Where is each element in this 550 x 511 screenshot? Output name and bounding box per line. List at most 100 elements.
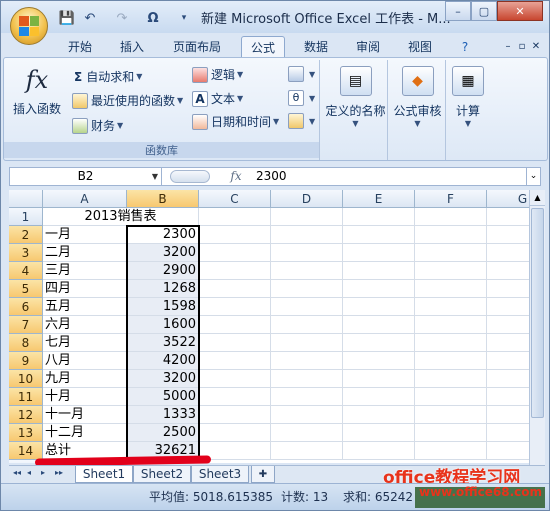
empty-cell[interactable]	[415, 442, 487, 460]
recent-functions-button[interactable]: 最近使用的函数 ▼	[72, 92, 183, 109]
cell-b10[interactable]: 3200	[127, 370, 199, 388]
column-header-f[interactable]: F	[415, 190, 487, 208]
ribbon-restore-icon[interactable]: ▫	[515, 36, 529, 57]
empty-cell[interactable]	[199, 388, 271, 406]
empty-cell[interactable]	[487, 406, 529, 424]
empty-cell[interactable]	[415, 208, 487, 226]
more-functions-button[interactable]: ▼	[288, 113, 315, 129]
cell-a9[interactable]: 八月	[43, 352, 127, 370]
row-header[interactable]: 7	[9, 316, 43, 334]
calculation-group[interactable]: ▦ 计算 ▼	[448, 60, 488, 160]
row-header[interactable]: 2	[9, 226, 43, 244]
vertical-scroll-thumb[interactable]	[531, 208, 544, 418]
empty-cell[interactable]	[343, 280, 415, 298]
sheet-nav-first-icon[interactable]: ◂◂	[13, 468, 21, 477]
text-button[interactable]: A 文本 ▼	[192, 90, 243, 107]
cell-a10[interactable]: 九月	[43, 370, 127, 388]
column-header-c[interactable]: C	[199, 190, 271, 208]
empty-cell[interactable]	[487, 316, 529, 334]
row-header[interactable]: 6	[9, 298, 43, 316]
formula-bar-resize-handle[interactable]	[170, 170, 210, 183]
customize-qat-icon[interactable]: ▾	[178, 9, 190, 27]
restore-button[interactable]: ▢	[471, 1, 497, 21]
empty-cell[interactable]	[343, 262, 415, 280]
empty-cell[interactable]	[271, 334, 343, 352]
row-header[interactable]: 5	[9, 280, 43, 298]
empty-cell[interactable]	[487, 244, 529, 262]
defined-names-group[interactable]: ▤ 定义的名称 ▼	[324, 60, 388, 160]
symbol-icon[interactable]: Ω	[144, 9, 162, 27]
empty-cell[interactable]	[199, 406, 271, 424]
redo-icon[interactable]: ↷	[113, 9, 131, 27]
worksheet-grid[interactable]: A B C D E F G 1 2013销售表 2 一月 2300 3 二月 3200 4 三月 2900 5 四月 1…	[9, 190, 529, 463]
cell-a3[interactable]: 二月	[43, 244, 127, 262]
empty-cell[interactable]	[343, 298, 415, 316]
empty-cell[interactable]	[271, 298, 343, 316]
empty-cell[interactable]	[487, 424, 529, 442]
empty-cell[interactable]	[343, 442, 415, 460]
sheet-nav-prev-icon[interactable]: ◂	[27, 468, 31, 477]
insert-sheet-icon[interactable]: ✚	[251, 466, 275, 483]
empty-cell[interactable]	[271, 244, 343, 262]
empty-cell[interactable]	[487, 208, 529, 226]
cell-b7[interactable]: 1600	[127, 316, 199, 334]
cell-a6[interactable]: 五月	[43, 298, 127, 316]
datetime-button[interactable]: 日期和时间 ▼	[192, 113, 279, 130]
insert-function-fx-icon[interactable]: fx	[225, 168, 247, 185]
empty-cell[interactable]	[199, 244, 271, 262]
empty-cell[interactable]	[199, 316, 271, 334]
cell-b13[interactable]: 2500	[127, 424, 199, 442]
row-header[interactable]: 13	[9, 424, 43, 442]
empty-cell[interactable]	[487, 298, 529, 316]
close-button[interactable]: ✕	[497, 1, 543, 21]
cell-b3[interactable]: 3200	[127, 244, 199, 262]
undo-icon[interactable]: ↶	[81, 9, 99, 27]
column-header-d[interactable]: D	[271, 190, 343, 208]
row-header[interactable]: 4	[9, 262, 43, 280]
empty-cell[interactable]	[199, 298, 271, 316]
empty-cell[interactable]	[343, 406, 415, 424]
empty-cell[interactable]	[199, 208, 271, 226]
tab-formulas[interactable]: 公式	[241, 36, 285, 57]
cell-b12[interactable]: 1333	[127, 406, 199, 424]
empty-cell[interactable]	[271, 406, 343, 424]
empty-cell[interactable]	[343, 334, 415, 352]
financial-button[interactable]: 财务 ▼	[72, 117, 123, 134]
formula-audit-group[interactable]: ◆ 公式审核 ▼	[390, 60, 446, 160]
cell-a13[interactable]: 十二月	[43, 424, 127, 442]
office-button[interactable]	[10, 7, 48, 45]
row-header[interactable]: 14	[9, 442, 43, 460]
empty-cell[interactable]	[343, 226, 415, 244]
autosum-button[interactable]: Σ 自动求和 ▼	[74, 68, 142, 85]
cell-a4[interactable]: 三月	[43, 262, 127, 280]
empty-cell[interactable]	[271, 208, 343, 226]
row-header[interactable]: 1	[9, 208, 43, 226]
scroll-up-icon[interactable]: ▲	[530, 190, 545, 206]
sheet-tab-3[interactable]: Sheet3	[191, 466, 249, 483]
cell-a2[interactable]: 一月	[43, 226, 127, 244]
empty-cell[interactable]	[415, 316, 487, 334]
empty-cell[interactable]	[487, 352, 529, 370]
cell-b8[interactable]: 3522	[127, 334, 199, 352]
lookup-button[interactable]: ▼	[288, 66, 315, 82]
empty-cell[interactable]	[271, 316, 343, 334]
column-header-a[interactable]: A	[43, 190, 127, 208]
empty-cell[interactable]	[415, 370, 487, 388]
empty-cell[interactable]	[415, 352, 487, 370]
tab-review[interactable]: 审阅	[347, 36, 389, 57]
empty-cell[interactable]	[343, 388, 415, 406]
row-header[interactable]: 12	[9, 406, 43, 424]
empty-cell[interactable]	[415, 388, 487, 406]
row-header[interactable]: 8	[9, 334, 43, 352]
tab-home[interactable]: 开始	[59, 36, 101, 57]
empty-cell[interactable]	[343, 370, 415, 388]
row-header[interactable]: 3	[9, 244, 43, 262]
row-header[interactable]: 10	[9, 370, 43, 388]
empty-cell[interactable]	[271, 424, 343, 442]
tab-view[interactable]: 视图	[399, 36, 441, 57]
empty-cell[interactable]	[487, 262, 529, 280]
cell-a5[interactable]: 四月	[43, 280, 127, 298]
empty-cell[interactable]	[343, 316, 415, 334]
empty-cell[interactable]	[199, 334, 271, 352]
empty-cell[interactable]	[415, 244, 487, 262]
